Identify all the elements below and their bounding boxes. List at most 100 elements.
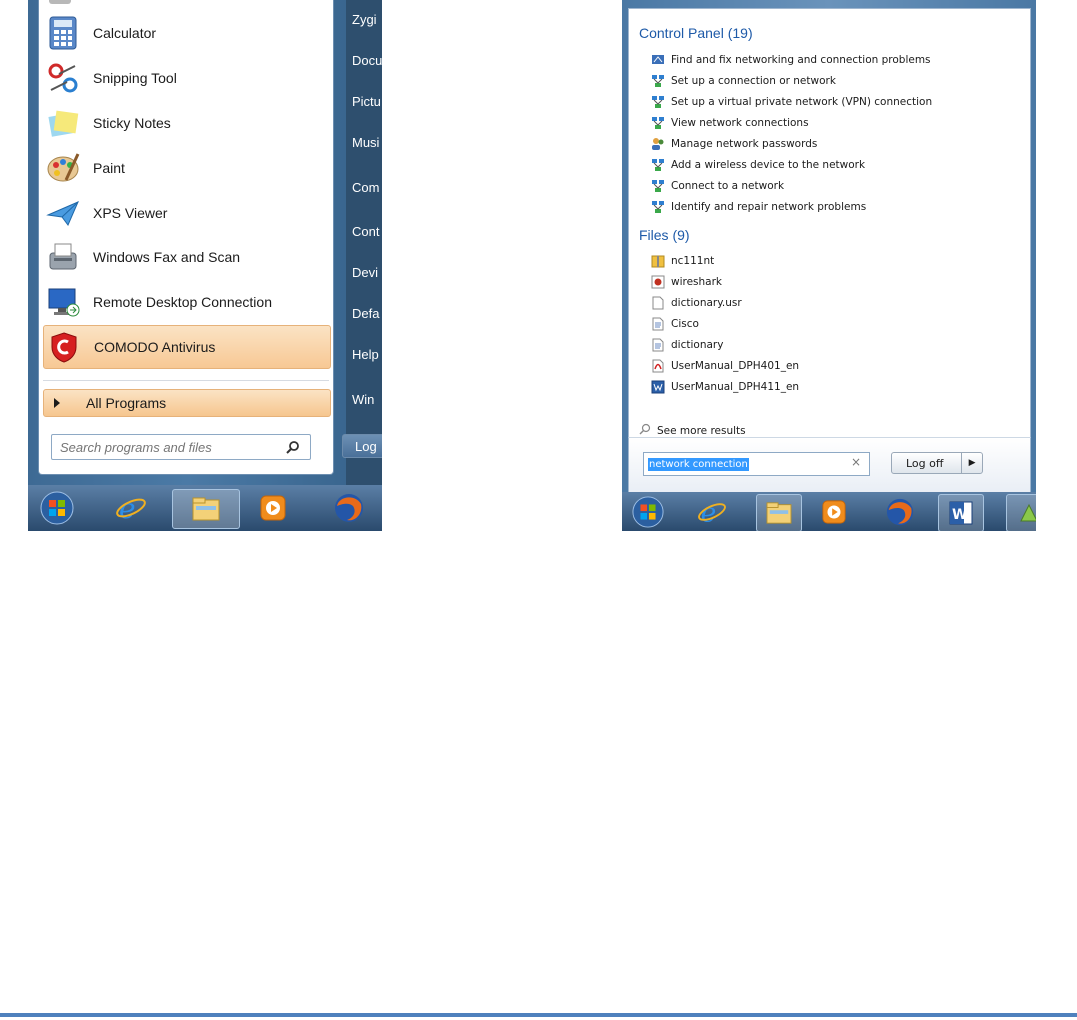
search-box[interactable]: network connection × — [643, 452, 870, 476]
search-results-panel: Control Panel (19) Find and fix networki… — [628, 8, 1031, 438]
user-folder-link[interactable]: Zygi — [352, 12, 382, 27]
result-item[interactable]: UserManual_DPH411_en — [651, 377, 799, 396]
result-item[interactable]: wireshark — [651, 272, 722, 291]
triangle-right-icon — [54, 398, 60, 408]
result-item[interactable]: dictionary.usr — [651, 293, 742, 312]
result-item[interactable]: Manage network passwords — [651, 134, 817, 153]
start-menu-left: Calculator Snipping Tool Sticky Notes Pa… — [28, 0, 382, 531]
program-label: XPS Viewer — [93, 205, 168, 221]
control-panel-link[interactable]: Cont — [352, 224, 382, 239]
program-remote-desktop-connection[interactable]: Remote Desktop Connection — [43, 281, 329, 323]
svg-text:e: e — [701, 498, 717, 527]
program-windows-fax-and-scan[interactable]: Windows Fax and Scan — [43, 236, 329, 278]
result-item[interactable]: Find and fix networking and connection p… — [651, 50, 931, 69]
network-icon — [651, 95, 665, 109]
result-item[interactable]: dictionary — [651, 335, 723, 354]
programs-list: Calculator Snipping Tool Sticky Notes Pa… — [38, 0, 334, 475]
search-icon — [639, 423, 651, 438]
program-label: Sticky Notes — [93, 115, 171, 131]
program-label: COMODO Antivirus — [94, 339, 216, 355]
devices-link[interactable]: Devi — [352, 265, 382, 280]
program-label: Paint — [93, 160, 125, 176]
media-player-icon[interactable] — [816, 494, 852, 530]
music-link[interactable]: Musi — [352, 135, 382, 150]
help-link[interactable]: Help — [352, 347, 382, 362]
result-item[interactable]: nc111nt — [651, 251, 714, 270]
shield-icon — [46, 329, 82, 365]
result-item[interactable]: UserManual_DPH401_en — [651, 356, 799, 375]
firefox-icon[interactable] — [882, 494, 918, 530]
see-more-results-link[interactable]: See more results — [639, 423, 746, 438]
program-sticky-notes[interactable]: Sticky Notes — [43, 102, 329, 144]
taskbar: e — [28, 485, 382, 531]
logoff-button[interactable]: Log — [342, 434, 382, 458]
start-menu-search-results: Control Panel (19) Find and fix networki… — [622, 0, 1036, 531]
program-comodo-antivirus[interactable]: COMODO Antivirus — [43, 325, 331, 369]
all-programs-button[interactable]: All Programs — [43, 389, 331, 417]
scissors-icon — [45, 60, 81, 96]
default-programs-link[interactable]: Defa — [352, 306, 382, 321]
program-xps-viewer[interactable]: XPS Viewer — [43, 192, 329, 234]
computer-link[interactable]: Com — [352, 180, 382, 195]
paper-plane-icon — [45, 195, 81, 231]
search-box[interactable] — [51, 434, 311, 460]
text-file-icon — [651, 317, 665, 331]
program-label: Windows Fax and Scan — [93, 249, 241, 265]
start-menu-frame: Calculator Snipping Tool Sticky Notes Pa… — [28, 0, 346, 485]
pdf-file-icon — [651, 359, 665, 373]
result-item[interactable]: Cisco — [651, 314, 699, 333]
media-player-icon[interactable] — [254, 489, 292, 527]
fax-icon — [45, 239, 81, 275]
program-label: Calculator — [93, 25, 157, 41]
network-icon — [651, 116, 665, 130]
internet-explorer-icon[interactable]: e — [112, 489, 150, 527]
folder-zip-icon — [651, 254, 665, 268]
files-header[interactable]: Files (9) — [639, 227, 690, 243]
app-icon[interactable] — [1006, 494, 1036, 531]
windows-security-link[interactable]: Win — [352, 392, 382, 407]
result-item[interactable]: Set up a virtual private network (VPN) c… — [651, 92, 932, 111]
result-item[interactable]: Set up a connection or network — [651, 71, 836, 90]
cropped-program-icon — [49, 0, 71, 4]
windows-explorer-icon[interactable] — [172, 489, 240, 529]
start-orb-icon[interactable] — [38, 489, 76, 527]
logoff-label: Log off — [906, 456, 944, 470]
search-input-value[interactable]: network connection — [648, 457, 749, 471]
pictures-link[interactable]: Pictu — [352, 94, 382, 109]
program-paint[interactable]: Paint — [43, 147, 329, 189]
search-bar-area: network connection × Log off ▶ — [628, 437, 1031, 494]
control-panel-header[interactable]: Control Panel (19) — [639, 25, 753, 41]
search-input[interactable] — [58, 438, 284, 456]
firefox-icon[interactable] — [330, 489, 368, 527]
network-icon — [651, 200, 665, 214]
sticky-notes-icon — [45, 105, 81, 141]
calculator-icon — [45, 15, 81, 51]
internet-explorer-icon[interactable]: e — [694, 494, 730, 530]
divider — [43, 380, 329, 381]
all-programs-label: All Programs — [86, 395, 167, 411]
documents-link[interactable]: Docu — [352, 53, 382, 68]
text-file-icon — [651, 338, 665, 352]
page-bottom-rule — [0, 1013, 1077, 1017]
search-icon[interactable] — [284, 438, 302, 456]
word-app-icon[interactable]: W — [938, 494, 984, 531]
network-icon — [651, 158, 665, 172]
windows-explorer-icon[interactable] — [756, 494, 802, 531]
taskbar: e W — [622, 492, 1036, 531]
troubleshoot-icon — [651, 53, 665, 67]
shutdown-options-arrow-icon[interactable]: ▶ — [961, 453, 982, 473]
logoff-button[interactable]: Log off ▶ — [891, 452, 983, 474]
start-orb-icon[interactable] — [630, 494, 666, 530]
result-item[interactable]: Connect to a network — [651, 176, 784, 195]
network-icon — [651, 74, 665, 88]
paint-palette-icon — [45, 150, 81, 186]
monitor-icon — [45, 284, 81, 320]
program-label: Remote Desktop Connection — [93, 294, 272, 310]
result-item[interactable]: View network connections — [651, 113, 809, 132]
result-item[interactable]: Identify and repair network problems — [651, 197, 866, 216]
program-snipping-tool[interactable]: Snipping Tool — [43, 57, 329, 99]
result-item[interactable]: Add a wireless device to the network — [651, 155, 865, 174]
program-label: Snipping Tool — [93, 70, 177, 86]
program-calculator[interactable]: Calculator — [43, 12, 329, 54]
clear-search-icon[interactable]: × — [851, 455, 861, 469]
